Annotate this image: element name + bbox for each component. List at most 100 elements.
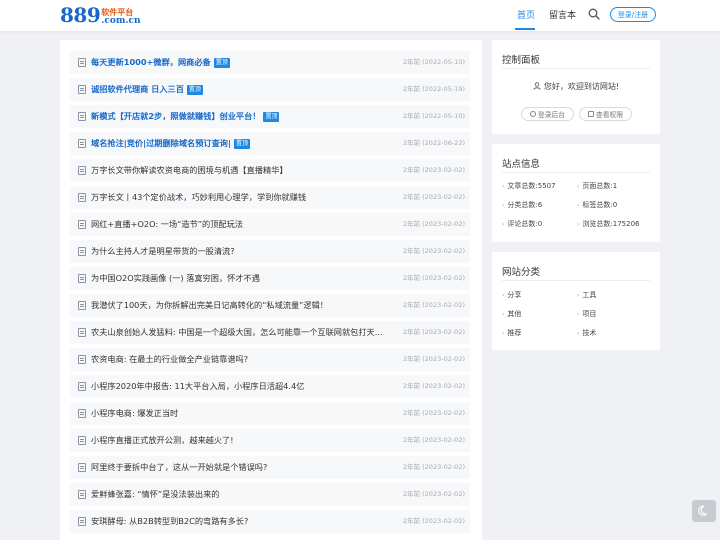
article-row[interactable]: 爱鲜蜂张嘉: “情怀”是没法装出来的 2年前 (2023-02-02) — [70, 483, 470, 506]
article-title[interactable]: 诚招软件代理商 日入三百 置顶 — [91, 78, 203, 101]
article-list: 每天更新1000+微群，网商必备 置顶 2年前 (2022-05-10) 诚招软件代理… — [60, 40, 482, 540]
article-date: 2年前 (2023-02-02) — [402, 409, 465, 417]
article-row[interactable]: 农夫山泉创始人发猛料: 中国是一个超级大国，怎么可能靠一个互联网就包打天… 2年前… — [70, 321, 470, 344]
article-title-text: 新模式【开店就2步，照做就赚钱】创业平台！ — [91, 111, 261, 121]
nav-active-indicator — [515, 28, 535, 30]
view-permission-label: 查看权限 — [595, 111, 624, 119]
article-row[interactable]: 万字长文丨43个定价战术，巧妙利用心理学，学到你就赚钱 2年前 (2023-02-… — [70, 186, 470, 209]
login-icon — [529, 111, 536, 117]
article-row[interactable]: 网红+直播+O2O: 一场“造节”的顶配玩法 2年前 (2023-02-02) — [70, 213, 470, 236]
document-icon — [78, 139, 86, 148]
site-logo[interactable]: 889 软件平台 .com.cn — [60, 3, 141, 27]
document-icon — [78, 166, 86, 175]
article-title[interactable]: 域名抢注|竞价|过期删除域名预订查询| 置顶 — [91, 132, 250, 155]
category-share[interactable]: › 分享 — [502, 290, 521, 300]
control-panel: 控制面板 您好，欢迎到访网站! 登录后台 查看权限 — [492, 40, 660, 134]
article-title[interactable]: 我潜伏了100天，为你拆解出完美日记高转化的“私域流量”逻辑！ — [91, 294, 328, 317]
category-other[interactable]: › 其他 — [502, 309, 521, 319]
login-register-button[interactable]: 登录/注册 — [610, 7, 656, 22]
control-panel-title: 控制面板 — [502, 55, 541, 66]
article-title[interactable]: 小程序直播正式放开公测，越来越火了! — [91, 429, 233, 452]
stat-category-count: › 分类总数:6 — [502, 201, 543, 209]
article-title-text: 我潜伏了100天，为你拆解出完美日记高转化的“私域流量”逻辑！ — [91, 300, 328, 310]
article-row[interactable]: 安琪酵母: 从B2B转型到B2C的弯路有多长? 2年前 (2023-02-02) — [70, 510, 470, 533]
login-backend-button[interactable]: 登录后台 — [521, 107, 574, 121]
article-row[interactable]: 农资电商: 在最土的行业做全产业链靠谱吗? 2年前 (2023-02-02) — [70, 348, 470, 371]
nav-home[interactable]: 首页 — [517, 8, 535, 21]
stat-article-count: › 文章总数:5507 — [502, 182, 556, 190]
view-permission-button[interactable]: 查看权限 — [579, 107, 632, 121]
nav-guestbook[interactable]: 留言本 — [549, 8, 576, 21]
document-icon — [78, 355, 86, 364]
article-date: 2年前 (2023-02-02) — [402, 382, 465, 390]
article-row[interactable]: 我潜伏了100天，为你拆解出完美日记高转化的“私域流量”逻辑！ 2年前 (2023… — [70, 294, 470, 317]
article-row[interactable]: 小程序电商: 爆发正当时 2年前 (2023-02-02) — [70, 402, 470, 425]
article-row[interactable]: 域名抢注|竞价|过期删除域名预订查询| 置顶 2年前 (2022-06-22) — [70, 132, 470, 155]
logo-text: 软件平台 .com.cn — [101, 9, 140, 26]
category-projects[interactable]: › 项目 — [577, 309, 596, 319]
article-title-text: 万字长文丨43个定价战术，巧妙利用心理学，学到你就赚钱 — [91, 192, 307, 202]
document-icon — [78, 436, 86, 445]
article-title[interactable]: 为什么主持人才是明星带货的一股清流? — [91, 240, 235, 263]
article-title-text: 网红+直播+O2O: 一场“造节”的顶配玩法 — [91, 219, 243, 229]
article-title-text: 为中国O2O实践画像 (一) 落寞穷困，怀才不遇 — [91, 273, 260, 283]
pinned-badge: 置顶 — [213, 58, 230, 68]
document-icon — [78, 382, 86, 391]
article-title[interactable]: 爱鲜蜂张嘉: “情怀”是没法装出来的 — [91, 483, 219, 506]
article-row[interactable]: 小程序直播正式放开公测，越来越火了! 2年前 (2023-02-02) — [70, 429, 470, 452]
article-row[interactable]: 诚招软件代理商 日入三百 置顶 2年前 (2022-05-19) — [70, 78, 470, 101]
document-icon — [78, 301, 86, 310]
category-recommend[interactable]: › 推荐 — [502, 328, 521, 338]
article-title-text: 诚招软件代理商 日入三百 — [91, 84, 184, 94]
category-tools[interactable]: › 工具 — [577, 290, 596, 300]
article-title-text: 每天更新1000+微群，网商必备 — [91, 57, 211, 67]
article-title-text: 小程序电商: 爆发正当时 — [91, 408, 179, 418]
article-title-text: 农夫山泉创始人发猛料: 中国是一个超级大国，怎么可能靠一个互联网就包打天… — [91, 327, 383, 337]
pinned-badge: 置顶 — [263, 112, 280, 122]
article-date: 2年前 (2023-02-02) — [402, 166, 465, 174]
document-icon — [78, 85, 86, 94]
site-info-panel: 站点信息 › 文章总数:5507 › 页面总数:1 › 分类总数:6 › 标签总数:0 … — [492, 144, 660, 242]
article-title[interactable]: 小程序2020年中报告: 11大平台入局，小程序日活超4.4亿 — [91, 375, 304, 398]
article-title-text: 为什么主持人才是明星带货的一股清流? — [91, 246, 235, 256]
category-panel-title: 网站分类 — [502, 267, 541, 278]
document-icon — [78, 490, 86, 499]
article-row[interactable]: 为中国O2O实践画像 (一) 落寞穷困，怀才不遇 2年前 (2023-02-02) — [70, 267, 470, 290]
article-title-text: 爱鲜蜂张嘉: “情怀”是没法装出来的 — [91, 489, 220, 499]
welcome-message: 您好，欢迎到访网站! — [543, 82, 620, 91]
article-title[interactable]: 安琪酵母: 从B2B转型到B2C的弯路有多长? — [91, 510, 248, 533]
article-row[interactable]: 每天更新1000+微群，网商必备 置顶 2年前 (2022-05-10) — [70, 51, 470, 74]
article-title[interactable]: 农夫山泉创始人发猛料: 中国是一个超级大国，怎么可能靠一个互联网就包打天… — [91, 321, 383, 344]
stat-comment-count: › 评论总数:0 — [502, 220, 543, 228]
welcome-text: 您好，欢迎到访网站! — [492, 81, 660, 92]
article-title-text: 小程序直播正式放开公测，越来越火了! — [91, 435, 234, 445]
article-date: 2年前 (2023-02-02) — [402, 193, 465, 201]
category-tech[interactable]: › 技术 — [577, 328, 596, 338]
article-row[interactable]: 阿里终于要拆中台了，这从一开始就是个错误吗? 2年前 (2023-02-02) — [70, 456, 470, 479]
article-date: 2年前 (2023-02-02) — [402, 436, 465, 444]
article-title-text: 域名抢注|竞价|过期删除域名预订查询| — [91, 138, 231, 148]
article-title[interactable]: 为中国O2O实践画像 (一) 落寞穷困，怀才不遇 — [91, 267, 260, 290]
article-title[interactable]: 农资电商: 在最土的行业做全产业链靠谱吗? — [91, 348, 248, 371]
document-icon — [78, 58, 86, 67]
article-title[interactable]: 每天更新1000+微群，网商必备 置顶 — [91, 51, 230, 74]
article-date: 2年前 (2023-02-02) — [402, 301, 465, 309]
document-icon — [78, 274, 86, 283]
article-date: 2年前 (2022-05-10) — [402, 58, 465, 66]
article-title[interactable]: 网红+直播+O2O: 一场“造节”的顶配玩法 — [91, 213, 243, 236]
logo-number: 889 — [60, 3, 101, 27]
site-info-title: 站点信息 — [502, 159, 541, 170]
dark-mode-toggle[interactable] — [692, 500, 716, 522]
article-title[interactable]: 新模式【开店就2步，照做就赚钱】创业平台！ 置顶 — [91, 105, 280, 128]
divider — [502, 68, 650, 69]
search-icon[interactable] — [588, 8, 600, 20]
article-row[interactable]: 万字长文带你解读农资电商的困境与机遇【直播精华】 2年前 (2023-02-02) — [70, 159, 470, 182]
article-title[interactable]: 万字长文丨43个定价战术，巧妙利用心理学，学到你就赚钱 — [91, 186, 306, 209]
article-row[interactable]: 为什么主持人才是明星带货的一股清流? 2年前 (2023-02-02) — [70, 240, 470, 263]
article-date: 2年前 (2023-02-02) — [402, 274, 465, 282]
article-title[interactable]: 小程序电商: 爆发正当时 — [91, 402, 178, 425]
article-row[interactable]: 小程序2020年中报告: 11大平台入局，小程序日活超4.4亿 2年前 (2023… — [70, 375, 470, 398]
article-title[interactable]: 阿里终于要拆中台了，这从一开始就是个错误吗? — [91, 456, 267, 479]
article-row[interactable]: 新模式【开店就2步，照做就赚钱】创业平台！ 置顶 2年前 (2022-05-10) — [70, 105, 470, 128]
article-title[interactable]: 万字长文带你解读农资电商的困境与机遇【直播精华】 — [91, 159, 288, 182]
